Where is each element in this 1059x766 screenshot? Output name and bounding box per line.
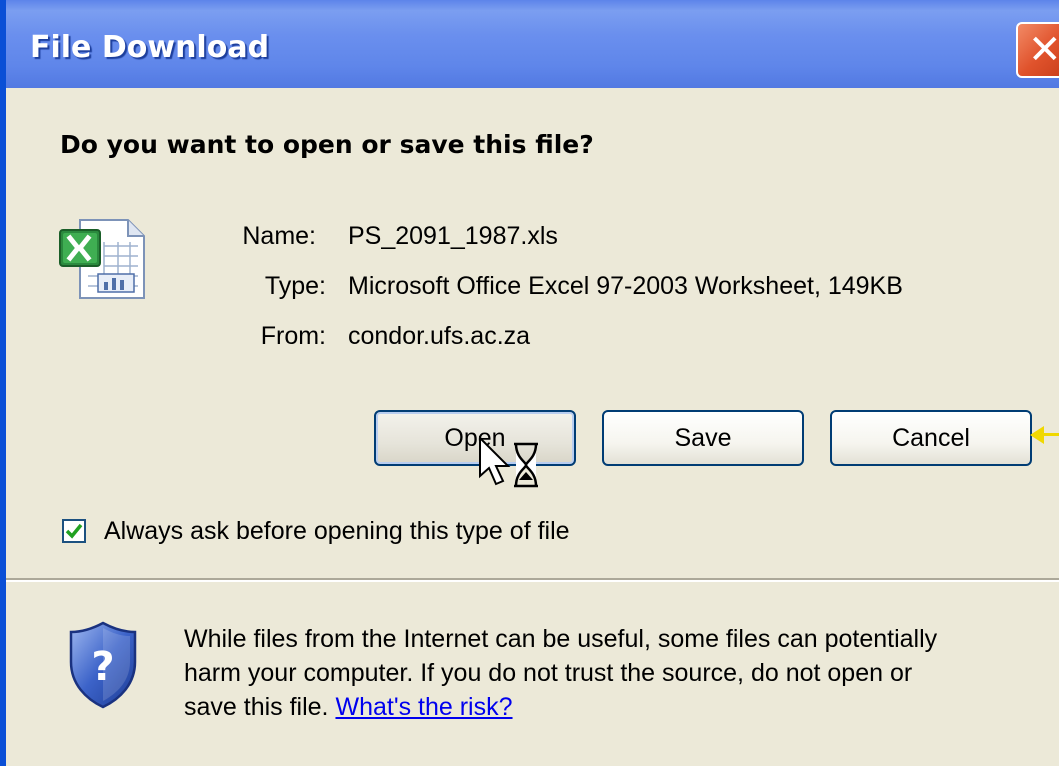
shield-question-icon: ?: [69, 621, 137, 709]
file-source-value: condor.ufs.ac.za: [348, 322, 531, 350]
file-type-value: Microsoft Office Excel 97-2003 Worksheet…: [348, 272, 903, 300]
cancel-button-label: Cancel: [892, 423, 970, 452]
arrow-hourglass-cursor-icon: [479, 436, 538, 488]
excel-file-icon: [59, 219, 145, 299]
title-bar[interactable]: File Download ✕: [6, 0, 1059, 88]
save-button[interactable]: Save: [602, 410, 804, 466]
checkmark-icon: [65, 523, 83, 539]
name-label: Name:: [242, 222, 316, 250]
warning-line-3: save this file. What's the risk?: [184, 690, 1044, 724]
svg-text:?: ?: [91, 644, 114, 690]
warning-line-2: harm your computer. If you do not trust …: [184, 659, 913, 687]
whats-the-risk-link[interactable]: What's the risk?: [335, 693, 512, 721]
cancel-button[interactable]: Cancel: [830, 410, 1032, 466]
section-divider: [6, 578, 1059, 582]
type-label: Type:: [264, 272, 326, 300]
warning-line-3-text: save this file.: [184, 693, 329, 721]
close-icon: ✕: [1028, 27, 1059, 73]
security-warning: While files from the Internet can be use…: [184, 622, 1044, 724]
file-download-dialog: File Download ✕ Do you want to open or s…: [0, 0, 1059, 766]
close-button[interactable]: ✕: [1016, 22, 1059, 78]
always-ask-checkbox[interactable]: [62, 519, 86, 543]
file-name-value: PS_2091_1987.xls: [348, 222, 558, 250]
from-label: From:: [260, 322, 326, 350]
annotation-arrow-line: [1038, 433, 1059, 436]
save-button-label: Save: [674, 423, 732, 452]
always-ask-label[interactable]: Always ask before opening this type of f…: [104, 517, 570, 546]
window-title: File Download: [30, 30, 270, 65]
warning-line-1: While files from the Internet can be use…: [184, 625, 938, 653]
dialog-question: Do you want to open or save this file?: [60, 130, 594, 159]
